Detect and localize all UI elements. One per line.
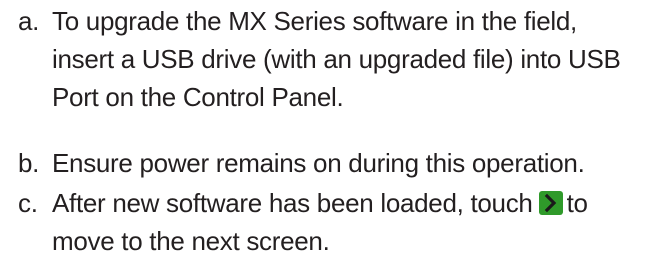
- step-a-line-2: insert a USB drive (with an upgraded fil…: [52, 44, 621, 74]
- step-a-marker: a.: [18, 6, 40, 36]
- step-a-line-3: Port on the Control Panel.: [52, 82, 344, 112]
- upgrade-instructions-list: a. To upgrade the MX Series software in …: [0, 0, 659, 256]
- step-a-line-1: To upgrade the MX Series software in the…: [52, 6, 577, 36]
- step-c-text-before-icon: After new software has been loaded, touc…: [52, 188, 533, 218]
- step-c-text-after-icon: to: [566, 188, 588, 218]
- step-b-marker: b.: [18, 148, 40, 178]
- step-c-line-1: After new software has been loaded, touc…: [52, 188, 588, 218]
- next-arrow-icon: [538, 191, 563, 215]
- step-c-marker: c.: [18, 188, 38, 218]
- step-b-line-1: Ensure power remains on during this oper…: [52, 148, 585, 178]
